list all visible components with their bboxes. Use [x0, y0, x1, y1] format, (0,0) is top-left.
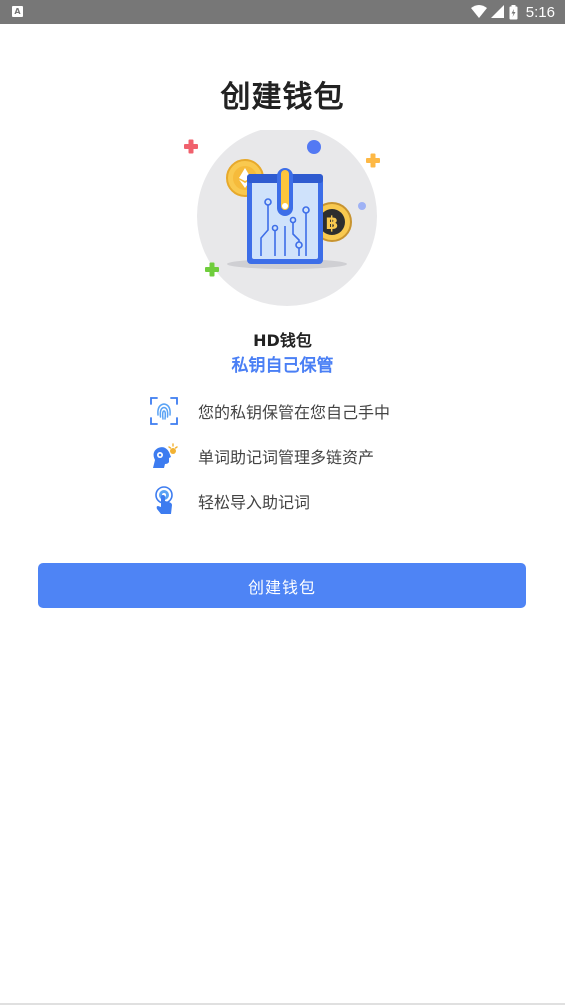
status-indicators: 5:16: [470, 0, 555, 24]
feature-label: 单词助记词管理多链资产: [198, 448, 375, 467]
signal-icon: [490, 5, 504, 18]
feature-item-mnemonic: 单词助记词管理多链资产: [148, 439, 488, 473]
wallet-illustration: ฿: [184, 130, 380, 306]
feature-label: 轻松导入助记词: [198, 493, 311, 512]
touch-import-icon: [155, 486, 173, 514]
status-time: 5:16: [525, 3, 555, 21]
feature-label: 您的私钥保管在您自己手中: [198, 403, 391, 422]
app-notification-letter: A: [14, 7, 21, 16]
create-wallet-button[interactable]: 创建钱包: [38, 563, 526, 608]
status-bar: A 5:16: [0, 0, 565, 24]
page-title: 创建钱包: [220, 80, 345, 115]
wifi-icon: [470, 5, 487, 18]
fingerprint-icon: [150, 397, 178, 425]
battery-icon: [509, 4, 518, 19]
svg-text:฿: ฿: [326, 213, 339, 234]
wallet-type-label: HD钱包: [253, 331, 312, 350]
feature-item-private-key: 您的私钥保管在您自己手中: [148, 394, 488, 428]
brain-idea-icon: [153, 443, 178, 468]
wallet-subtitle: 私钥自己保管: [231, 356, 334, 376]
feature-item-import: 轻松导入助记词: [148, 484, 488, 518]
feature-list: 您的私钥保管在您自己手中 单词助记词管理多链资产 轻松导入助记词: [148, 394, 488, 529]
app-notification-icon: A: [12, 6, 23, 17]
